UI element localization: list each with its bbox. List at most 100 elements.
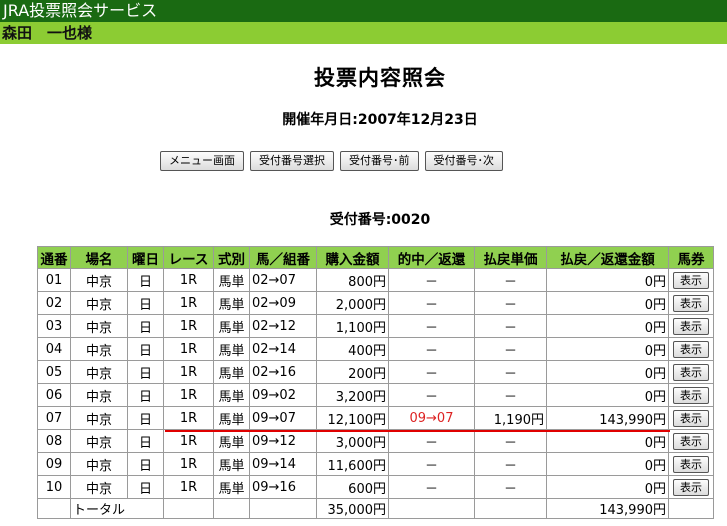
row-amount: 800円: [316, 268, 389, 292]
table-row: 01 中京日 1R 馬単 02→07 800円－－ 0円 表示: [37, 268, 714, 292]
total-payout: 143,990円: [546, 498, 669, 519]
row-race: 1R: [163, 314, 214, 338]
row-unit: －: [474, 475, 547, 499]
total-cell: [388, 498, 475, 519]
race-date: 開催年月日:2007年12月23日: [282, 112, 478, 128]
row-no: 02: [37, 291, 71, 315]
row-payout: 0円: [546, 383, 669, 407]
row-place: 中京: [70, 406, 128, 430]
row-payout: 0円: [546, 268, 669, 292]
row-combo: 09→07: [249, 406, 317, 430]
row-type: 馬単: [213, 475, 250, 499]
total-amount: 35,000円: [316, 498, 389, 519]
row-hit: 09→07: [388, 406, 475, 430]
row-race: 1R: [163, 383, 214, 407]
show-ticket-button[interactable]: 表示: [673, 478, 709, 496]
header-hit: 的中／返還: [388, 246, 475, 269]
row-amount: 1,100円: [316, 314, 389, 338]
row-payout: 143,990円: [546, 406, 669, 430]
row-place: 中京: [70, 383, 128, 407]
show-ticket-button[interactable]: 表示: [673, 409, 709, 427]
table-row: 02 中京日 1R 馬単 02→09 2,000円－－ 0円 表示: [37, 291, 714, 315]
row-type: 馬単: [213, 452, 250, 476]
row-no: 04: [37, 337, 71, 361]
total-cell: [163, 498, 214, 519]
row-place: 中京: [70, 337, 128, 361]
row-combo: 09→14: [249, 452, 317, 476]
table-row: 04 中京日 1R 馬単 02→14 400円－－ 0円 表示: [37, 337, 714, 361]
row-payout: 0円: [546, 314, 669, 338]
show-ticket-button[interactable]: 表示: [673, 363, 709, 381]
row-payout: 0円: [546, 452, 669, 476]
row-place: 中京: [70, 360, 128, 384]
header-no: 通番: [37, 246, 71, 269]
total-cell: [249, 498, 317, 519]
row-combo: 02→07: [249, 268, 317, 292]
row-payout: 0円: [546, 360, 669, 384]
window-title: JRA投票照会サービス: [0, 0, 727, 22]
receipt-next-button[interactable]: 受付番号･次: [424, 151, 503, 171]
row-amount: 600円: [316, 475, 389, 499]
user-name: 森田 一也様: [0, 22, 727, 44]
row-day: 日: [127, 452, 164, 476]
row-hit: －: [388, 452, 475, 476]
total-cell: [213, 498, 250, 519]
header-combo: 馬／組番: [249, 246, 317, 269]
row-race: 1R: [163, 429, 214, 453]
header-place: 場名: [70, 246, 128, 269]
row-race: 1R: [163, 268, 214, 292]
row-day: 日: [127, 268, 164, 292]
menu-button[interactable]: メニュー画面: [160, 151, 244, 171]
row-payout: 0円: [546, 337, 669, 361]
row-day: 日: [127, 429, 164, 453]
show-ticket-button[interactable]: 表示: [673, 271, 709, 289]
table-row: 06 中京日 1R 馬単 09→02 3,200円－－ 0円 表示: [37, 383, 714, 407]
row-amount: 3,200円: [316, 383, 389, 407]
row-hit: －: [388, 360, 475, 384]
row-day: 日: [127, 475, 164, 499]
row-ticket: 表示: [668, 314, 714, 338]
row-hit: －: [388, 429, 475, 453]
row-no: 09: [37, 452, 71, 476]
show-ticket-button[interactable]: 表示: [673, 455, 709, 473]
show-ticket-button[interactable]: 表示: [673, 432, 709, 450]
header-race: レース: [163, 246, 214, 269]
row-no: 06: [37, 383, 71, 407]
row-hit: －: [388, 268, 475, 292]
row-ticket: 表示: [668, 429, 714, 453]
header-day: 曜日: [127, 246, 164, 269]
row-hit: －: [388, 314, 475, 338]
show-ticket-button[interactable]: 表示: [673, 340, 709, 358]
row-unit: －: [474, 314, 547, 338]
row-race: 1R: [163, 406, 214, 430]
row-type: 馬単: [213, 429, 250, 453]
receipt-prev-button[interactable]: 受付番号･前: [340, 151, 419, 171]
row-amount: 200円: [316, 360, 389, 384]
row-type: 馬単: [213, 383, 250, 407]
header-ticket: 馬券: [668, 246, 714, 269]
header-type: 式別: [213, 246, 250, 269]
row-race: 1R: [163, 475, 214, 499]
row-combo: 09→02: [249, 383, 317, 407]
row-day: 日: [127, 360, 164, 384]
total-row: トータル 35,000円 143,990円: [37, 498, 714, 519]
row-ticket: 表示: [668, 406, 714, 430]
header-amount: 購入金額: [316, 246, 389, 269]
show-ticket-button[interactable]: 表示: [673, 294, 709, 312]
row-type: 馬単: [213, 406, 250, 430]
row-type: 馬単: [213, 337, 250, 361]
row-amount: 12,100円: [316, 406, 389, 430]
receipt-select-button[interactable]: 受付番号選択: [250, 151, 334, 171]
row-unit: 1,190円: [474, 406, 547, 430]
row-amount: 400円: [316, 337, 389, 361]
row-type: 馬単: [213, 314, 250, 338]
page-title: 投票内容照会: [314, 66, 446, 90]
show-ticket-button[interactable]: 表示: [673, 317, 709, 335]
row-ticket: 表示: [668, 360, 714, 384]
row-ticket: 表示: [668, 291, 714, 315]
row-no: 03: [37, 314, 71, 338]
total-cell: [474, 498, 547, 519]
show-ticket-button[interactable]: 表示: [673, 386, 709, 404]
row-type: 馬単: [213, 268, 250, 292]
row-combo: 02→09: [249, 291, 317, 315]
